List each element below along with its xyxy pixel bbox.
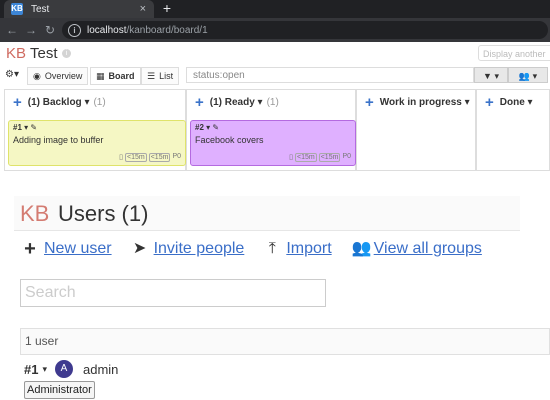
invite-people-link[interactable]: ➤ Invite people [132,240,245,258]
avatar: A [55,360,73,378]
gear-icon[interactable]: ⚙▾ [5,69,19,80]
task-card[interactable]: #1 ▾ ✎ Adding image to buffer ▯ <15m <15… [8,120,186,166]
url-path: /kanboard/board/1 [126,24,208,36]
address-bar[interactable]: i localhost /kanboard/board/1 [62,21,548,39]
add-task-icon[interactable]: + [485,94,494,111]
site-info-icon[interactable]: i [68,23,81,37]
import-link[interactable]: ⤒ Import [264,240,332,258]
url-host: localhost [87,24,127,36]
filter-input[interactable]: status:open [186,67,474,83]
new-tab-button[interactable]: + [160,0,174,18]
import-label[interactable]: Import [286,240,331,258]
users-page-header: KB Users (1) [14,196,520,231]
tab-board-label: Board [108,71,135,81]
column-work-in-progress: + Work in progress ▾ [356,89,476,171]
column-count: (1) [93,96,106,108]
user-id[interactable]: #1 [24,362,38,377]
project-header: KB Test i Display another [0,42,550,66]
plus-icon: + [24,238,36,260]
column-title[interactable]: (1) Ready ▾ [210,97,263,108]
browser-tab-title: Test [31,3,50,15]
invite-people-label[interactable]: Invite people [154,240,245,258]
column-ready: + (1) Ready ▾ (1) #2 ▾ ✎ Facebook covers… [186,89,356,171]
chevron-down-icon[interactable]: ▾ [42,364,47,375]
project-title: Test [30,45,58,62]
tab-list-label: List [159,71,174,81]
forward-arrow-icon[interactable]: → [23,22,39,38]
column-title[interactable]: Work in progress ▾ [380,97,470,108]
time-spent: <15m [148,153,171,162]
browser-toolbar: ← → ↻ i localhost /kanboard/board/1 [0,18,550,42]
tab-overview[interactable]: ◉ Overview [27,67,89,85]
task-file-icon: ▯ [289,154,293,161]
task-title[interactable]: Adding image to buffer [13,135,181,145]
add-task-icon[interactable]: + [365,94,374,111]
browser-tab[interactable]: KB Test × [4,0,154,18]
view-all-groups-link[interactable]: 👥 View all groups [352,240,482,258]
project-switcher-input[interactable]: Display another [478,45,550,61]
task-priority: P0 [342,153,351,160]
time-estimate: <15m [295,153,317,162]
column-title[interactable]: (1) Backlog ▾ [28,97,90,108]
new-user-link[interactable]: + New user [22,238,112,260]
back-arrow-icon[interactable]: ← [4,22,20,38]
users-group-icon: 👥 [351,240,372,257]
time-spent: <15m [318,153,341,162]
column-title[interactable]: Done ▾ [500,97,533,108]
user-count: 1 user [20,328,550,355]
task-footer: ▯ <15m <15m P0 [289,153,351,162]
column-done: + Done ▾ [476,89,550,171]
task-footer: ▯ <15m <15m P0 [119,153,181,162]
reload-icon[interactable]: ↻ [42,22,58,38]
kanboard-logo[interactable]: KB [6,45,26,62]
project-info-icon[interactable]: i [62,49,71,58]
add-task-icon[interactable]: + [13,94,22,111]
search-input[interactable]: Search [20,279,326,307]
kanboard-favicon-icon: KB [11,3,23,15]
table-row: #1 ▾ A admin [24,360,118,378]
tab-close-icon[interactable]: × [140,3,146,15]
upload-icon: ⤒ [268,240,276,257]
page-title: Users (1) [58,201,149,226]
paper-plane-icon: ➤ [132,240,147,257]
column-count: (1) [266,96,279,108]
tab-board[interactable]: ▦ Board [90,67,141,85]
column-backlog: + (1) Backlog ▾ (1) #1 ▾ ✎ Adding image … [4,89,186,171]
task-title[interactable]: Facebook covers [195,135,351,145]
add-task-icon[interactable]: + [195,94,204,111]
task-id[interactable]: #1 ▾ ✎ [13,123,181,132]
kanban-board: + (1) Backlog ▾ (1) #1 ▾ ✎ Adding image … [4,89,550,173]
browser-titlebar: KB Test × + [0,0,550,18]
users-actions: + New user ➤ Invite people ⤒ Import 👥 Vi… [22,238,502,260]
user-name[interactable]: admin [83,362,118,377]
filter-dropdown-button[interactable]: ▼ ▾ [474,67,508,83]
task-priority: P0 [172,153,181,160]
role-badge: Administrator [24,381,95,399]
task-card[interactable]: #2 ▾ ✎ Facebook covers ▯ <15m <15m P0 [190,120,356,166]
task-id[interactable]: #2 ▾ ✎ [195,123,351,132]
view-bar: ⚙▾ ◉ Overview ▦ Board ☰ List status:open… [0,66,550,86]
new-user-label[interactable]: New user [44,240,112,258]
view-all-groups-label[interactable]: View all groups [374,240,482,258]
tab-overview-label: Overview [44,71,83,81]
users-dropdown-button[interactable]: 👥 ▾ [508,67,548,83]
list-icon: ☰ [147,71,156,81]
eye-icon: ◉ [33,71,41,81]
task-file-icon: ▯ [119,154,123,161]
board-icon: ▦ [96,71,105,81]
kanboard-logo[interactable]: KB [20,201,49,227]
time-estimate: <15m [125,153,147,162]
tab-list[interactable]: ☰ List [141,67,180,85]
